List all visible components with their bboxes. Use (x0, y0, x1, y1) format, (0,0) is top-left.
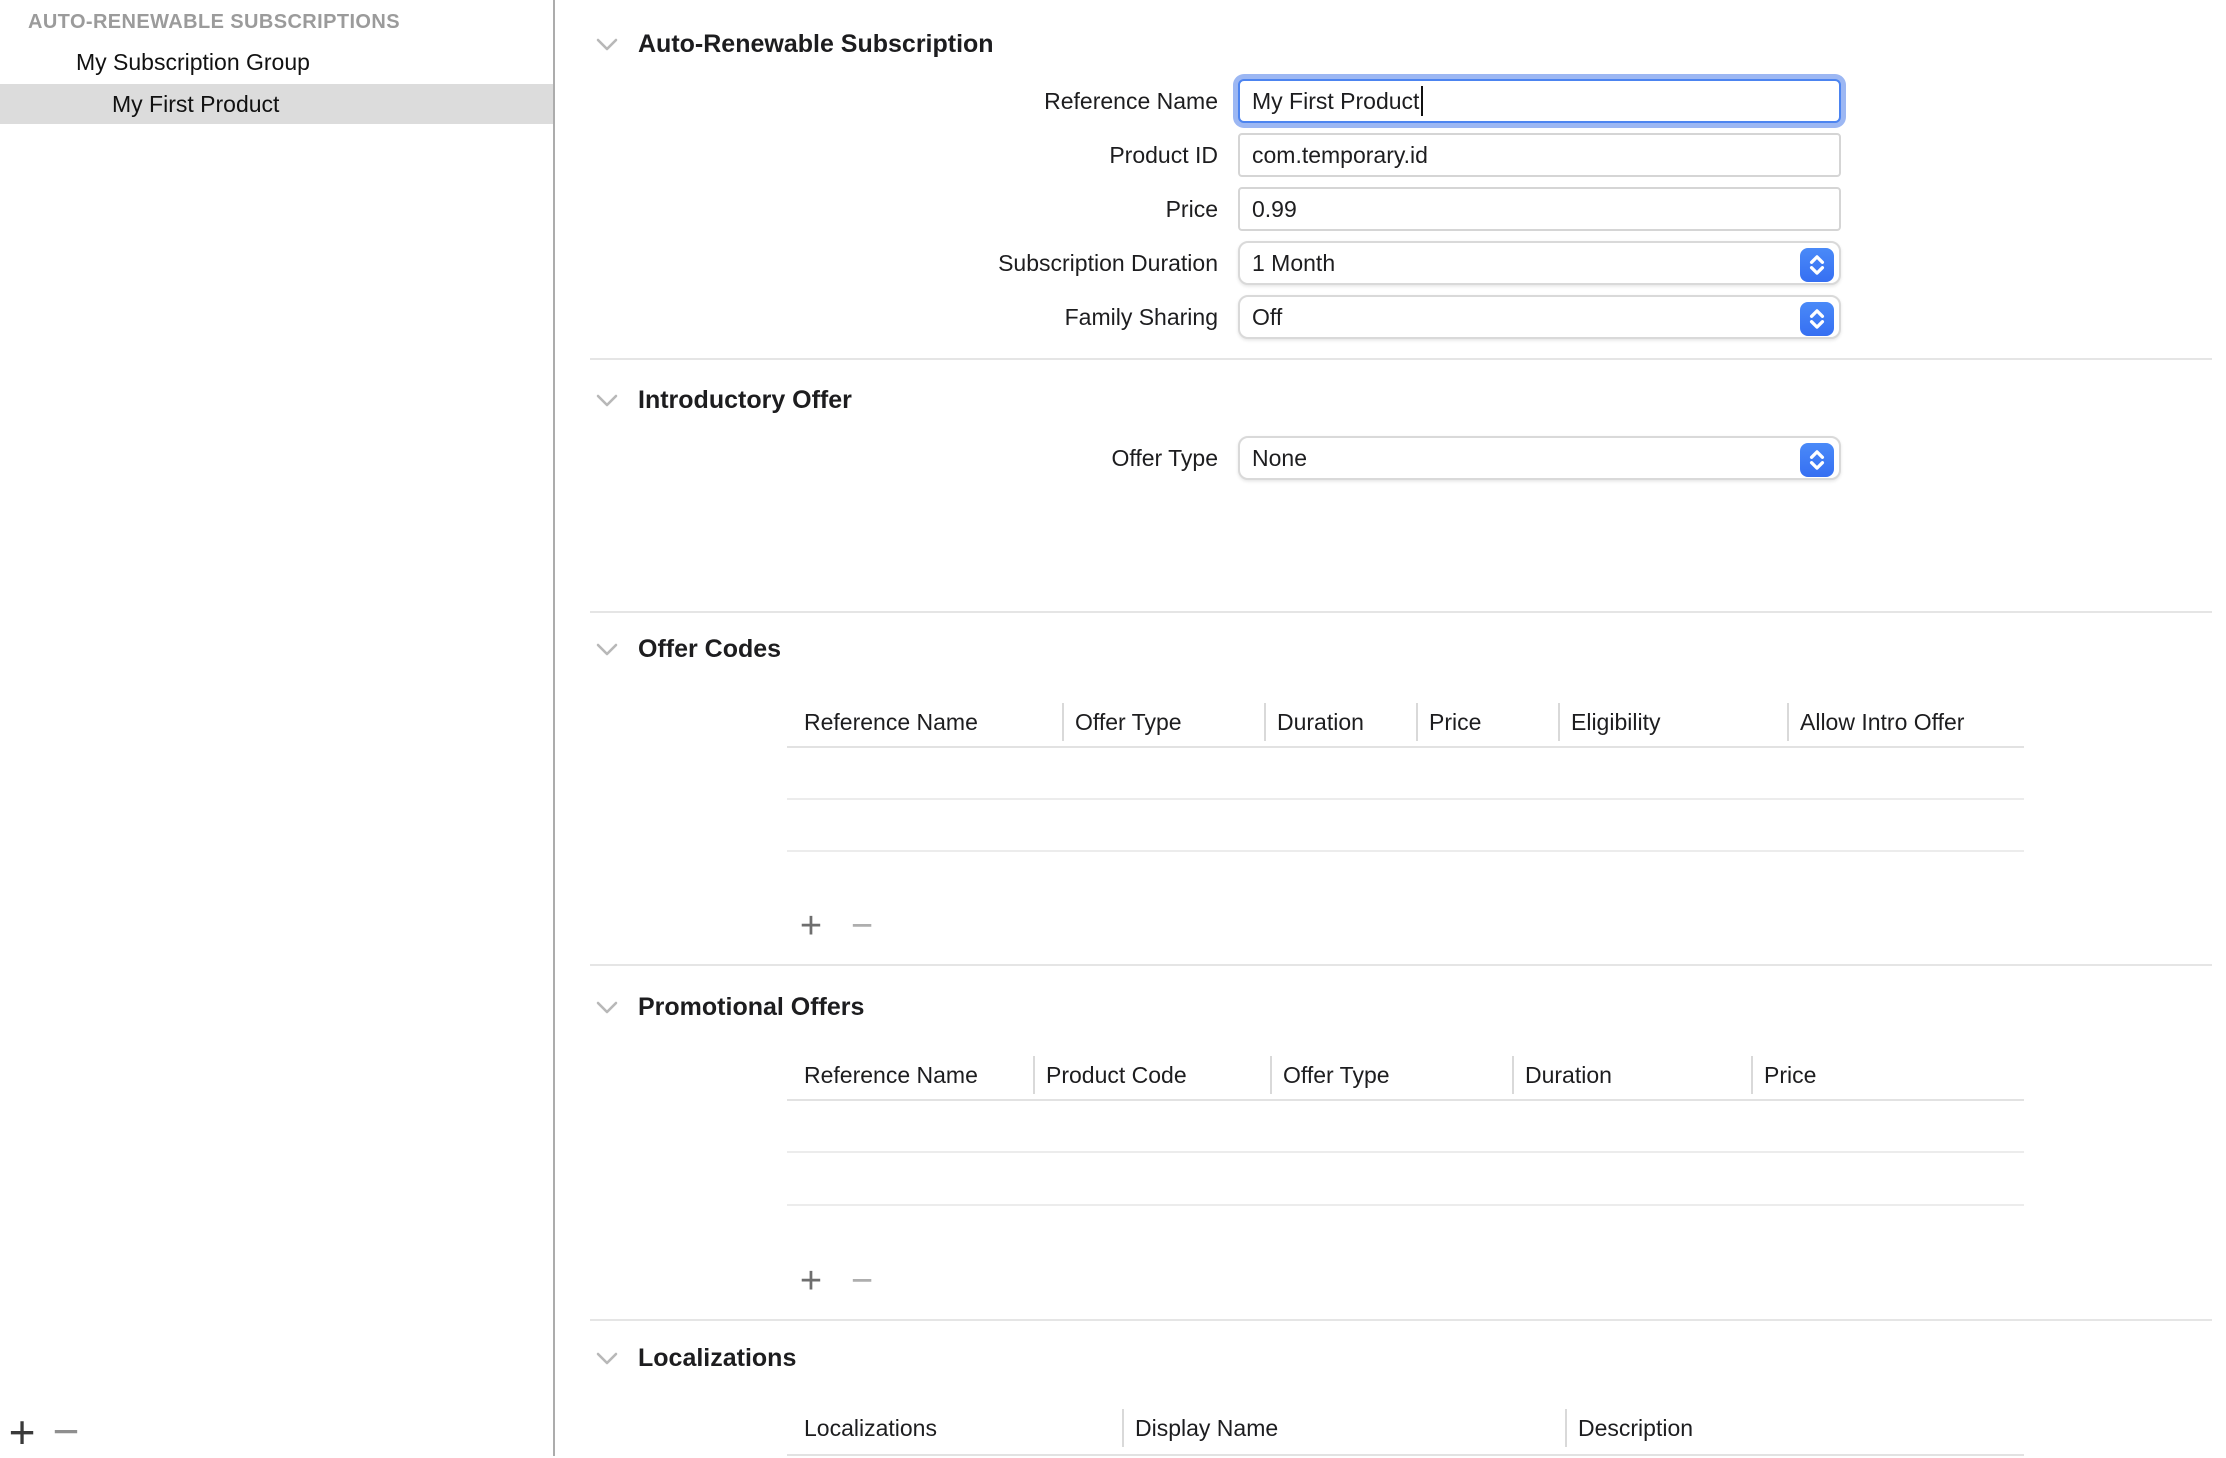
section-title-subscription: Auto-Renewable Subscription (638, 29, 994, 59)
table-row (787, 748, 2024, 798)
sidebar-remove-button[interactable]: − (53, 1408, 80, 1454)
table-row (787, 1101, 2024, 1151)
subscription-duration-select[interactable]: 1 Month (1238, 241, 1841, 285)
reference-name-input[interactable]: My First Product (1238, 79, 1841, 123)
product-id-label: Product ID (590, 133, 1218, 177)
minus-icon: − (851, 1260, 873, 1302)
promotional-offers-add-button[interactable]: + (800, 1262, 822, 1300)
column-header: Price (1751, 1056, 2024, 1094)
column-header: Eligibility (1558, 703, 1787, 741)
reference-name-value: My First Product (1252, 88, 1419, 115)
section-title-promotional-offers: Promotional Offers (638, 992, 864, 1022)
sidebar-add-button[interactable]: + (9, 1409, 36, 1455)
column-header: Price (1416, 703, 1558, 741)
promotional-offers-remove-button[interactable]: − (851, 1262, 873, 1300)
column-header: Reference Name (787, 1056, 1033, 1094)
reference-name-label: Reference Name (590, 79, 1218, 123)
chevron-down-icon[interactable] (596, 643, 618, 656)
promotional-offers-table-header: Reference Name Product Code Offer Type D… (787, 1056, 2024, 1094)
offer-codes-table-header: Reference Name Offer Type Duration Price… (787, 703, 2024, 741)
popup-stepper-icon (1800, 302, 1834, 336)
sidebar-item-label: My First Product (112, 91, 279, 117)
subscription-duration-value: 1 Month (1252, 250, 1335, 277)
chevron-down-icon[interactable] (596, 38, 618, 51)
family-sharing-label: Family Sharing (590, 295, 1218, 339)
column-header: Product Code (1033, 1056, 1270, 1094)
plus-icon: + (800, 1260, 822, 1302)
table-row-separator (787, 850, 2024, 852)
section-divider (590, 611, 2212, 613)
column-header: Offer Type (1270, 1056, 1512, 1094)
localizations-table: Localizations Display Name Description (787, 1409, 2024, 1447)
offer-codes-add-button[interactable]: + (800, 907, 822, 945)
family-sharing-value: Off (1252, 304, 1282, 331)
price-input[interactable]: 0.99 (1238, 187, 1841, 231)
table-row (787, 800, 2024, 850)
product-id-value: com.temporary.id (1252, 142, 1428, 169)
offer-type-value: None (1252, 445, 1307, 472)
promotional-offers-table: Reference Name Product Code Offer Type D… (787, 1056, 2024, 1094)
price-value: 0.99 (1252, 196, 1297, 223)
column-header: Display Name (1122, 1409, 1565, 1447)
column-header: Reference Name (787, 703, 1062, 741)
offer-codes-table: Reference Name Offer Type Duration Price… (787, 703, 2024, 741)
column-header: Localizations (787, 1409, 1122, 1447)
section-title-introductory-offer: Introductory Offer (638, 385, 852, 415)
section-divider (590, 358, 2212, 360)
sidebar-item-first-product[interactable]: My First Product (0, 84, 553, 124)
price-label: Price (590, 187, 1218, 231)
minus-icon: − (53, 1405, 80, 1457)
chevron-down-icon[interactable] (596, 394, 618, 407)
table-row-separator (787, 1204, 2024, 1206)
column-header: Allow Intro Offer (1787, 703, 2024, 741)
section-title-localizations: Localizations (638, 1343, 796, 1373)
product-id-input[interactable]: com.temporary.id (1238, 133, 1841, 177)
table-row (787, 1153, 2024, 1203)
popup-stepper-icon (1800, 443, 1834, 477)
chevron-down-icon[interactable] (596, 1001, 618, 1014)
sidebar-section-header: AUTO-RENEWABLE SUBSCRIPTIONS (28, 11, 400, 34)
sidebar-item-label: My Subscription Group (76, 49, 310, 75)
sidebar-item-subscription-group[interactable]: My Subscription Group (0, 42, 553, 82)
section-title-offer-codes: Offer Codes (638, 634, 781, 664)
chevron-down-icon[interactable] (596, 1352, 618, 1365)
sidebar: AUTO-RENEWABLE SUBSCRIPTIONS My Subscrip… (0, 0, 555, 1456)
section-divider (590, 1319, 2212, 1321)
column-header: Duration (1264, 703, 1416, 741)
minus-icon: − (851, 905, 873, 947)
section-divider (590, 964, 2212, 966)
plus-icon: + (800, 905, 822, 947)
column-header: Offer Type (1062, 703, 1264, 741)
subscription-duration-label: Subscription Duration (590, 241, 1218, 285)
column-header: Duration (1512, 1056, 1751, 1094)
family-sharing-select[interactable]: Off (1238, 295, 1841, 339)
offer-type-select[interactable]: None (1238, 436, 1841, 480)
plus-icon: + (9, 1406, 36, 1458)
offer-codes-remove-button[interactable]: − (851, 907, 873, 945)
text-cursor (1421, 86, 1423, 116)
localizations-table-header: Localizations Display Name Description (787, 1409, 2024, 1447)
popup-stepper-icon (1800, 248, 1834, 282)
offer-type-label: Offer Type (590, 436, 1218, 480)
column-header: Description (1565, 1409, 2024, 1447)
